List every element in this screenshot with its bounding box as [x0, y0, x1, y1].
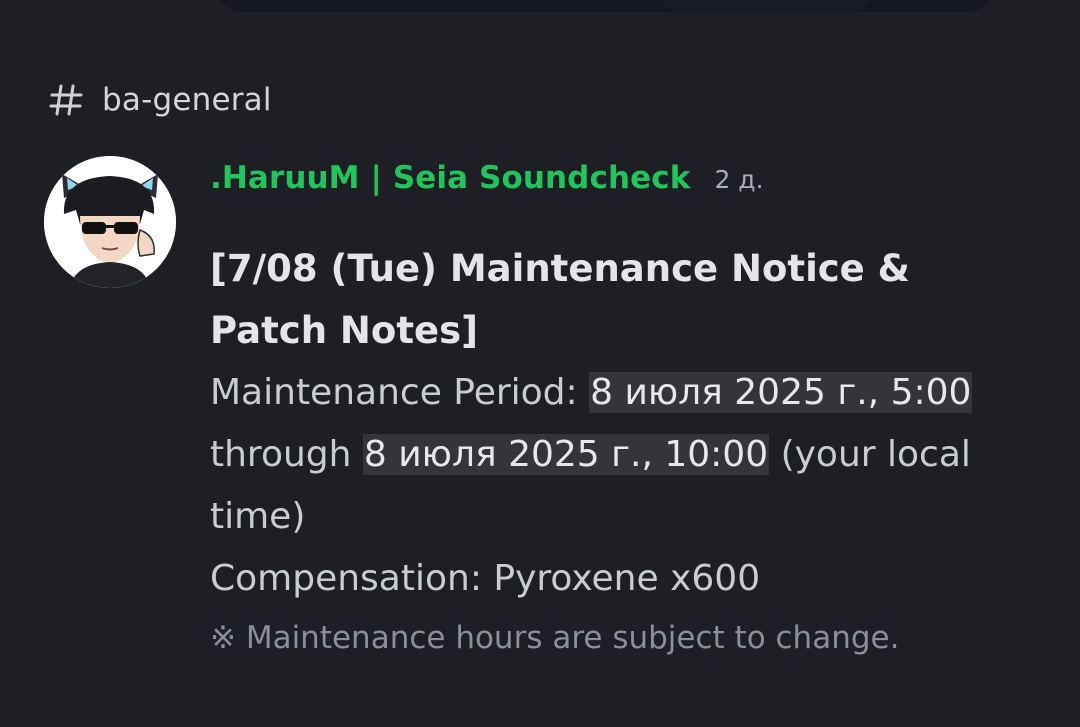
channel-name: ba-general — [102, 82, 272, 118]
message-title: [7/08 (Tue) Maintenance Notice & Patch N… — [210, 247, 910, 352]
previous-message-divider — [655, 0, 875, 12]
start-time-stamp[interactable]: 8 июля 2025 г., 5:00 — [589, 372, 973, 413]
message-header: .HaruuM | Seia Soundcheck 2 д. — [210, 160, 1050, 210]
maintenance-note: ※ Maintenance hours are subject to chang… — [210, 620, 900, 656]
hash-icon — [49, 84, 83, 116]
maintenance-period: Maintenance Period: 8 июля 2025 г., 5:00… — [210, 362, 1010, 548]
through-text: through — [210, 434, 363, 475]
end-time-stamp[interactable]: 8 июля 2025 г., 10:00 — [362, 434, 770, 475]
avatar-image — [44, 156, 176, 288]
author-name[interactable]: .HaruuM | Seia Soundcheck — [210, 160, 690, 196]
message[interactable]: .HaruuM | Seia Soundcheck 2 д. [7/08 (Tu… — [210, 160, 1050, 664]
channel-header[interactable]: ba-general — [46, 78, 272, 122]
avatar[interactable] — [44, 156, 176, 288]
maintenance-label: Maintenance Period: — [210, 372, 590, 413]
compensation-text: Compensation: Pyroxene x600 — [210, 558, 761, 599]
message-timestamp: 2 д. — [714, 165, 764, 194]
previous-message-edge — [215, 0, 995, 12]
